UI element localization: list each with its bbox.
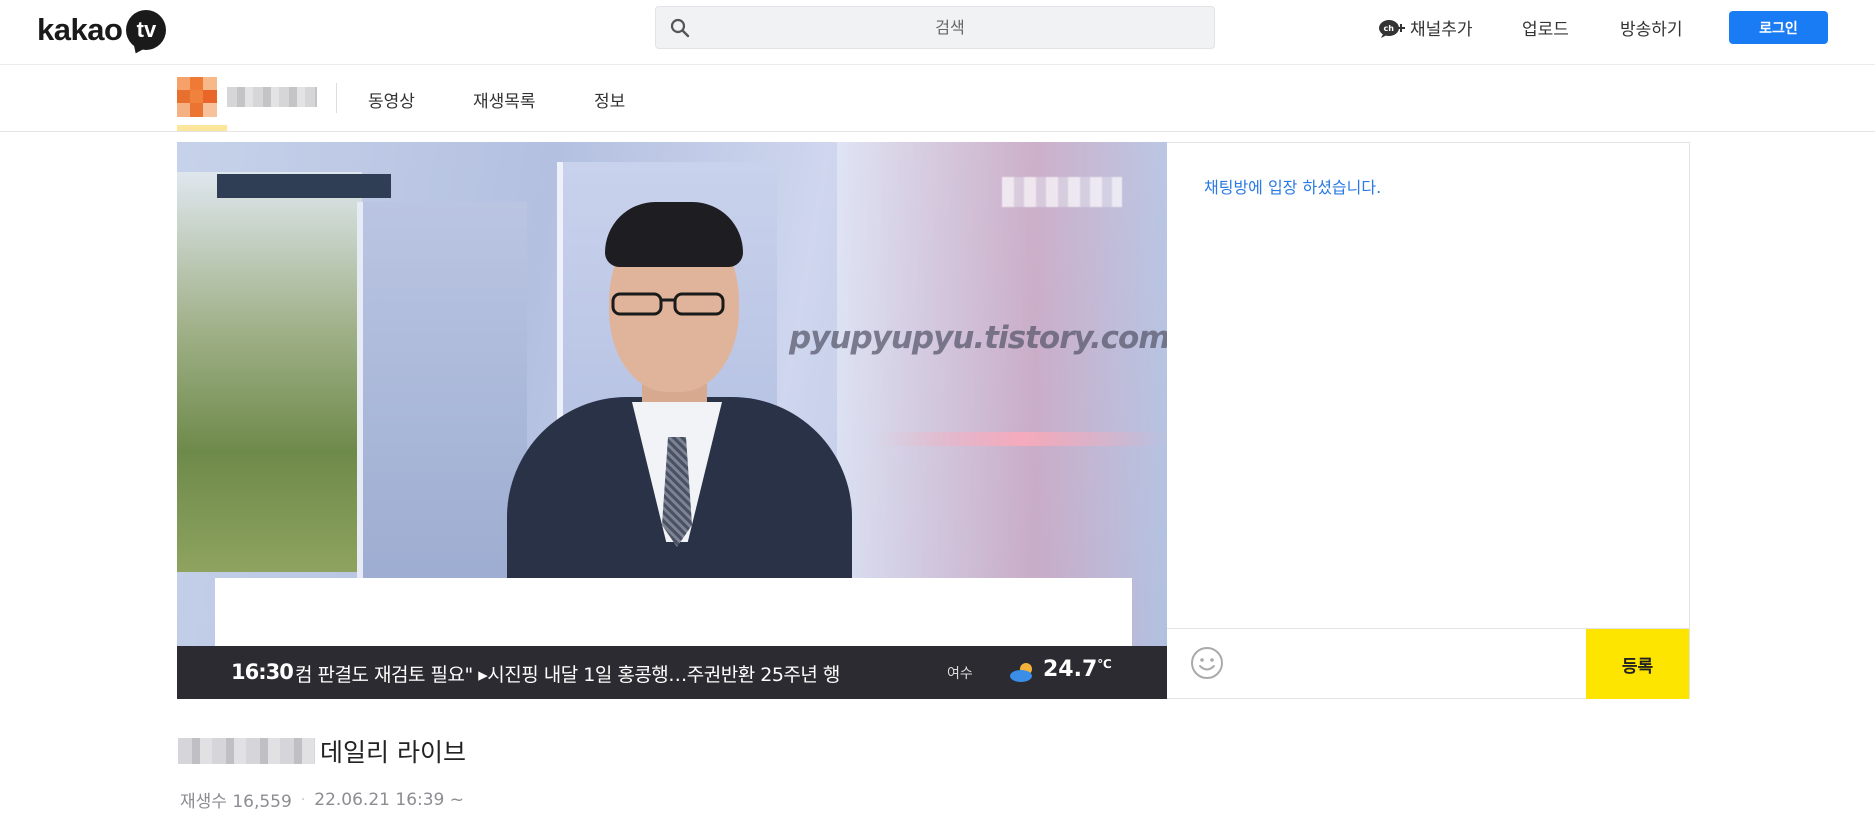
- view-count: 재생수 16,559: [180, 792, 292, 812]
- channel-add-label: 채널추가: [1410, 20, 1473, 40]
- ticker-headline: 컴 판결도 재검토 필요" ▸시진핑 내달 1일 홍콩행…주권반환 25주년 행: [295, 664, 840, 686]
- anchor-glasses: [611, 292, 725, 316]
- cloud-sun-icon: [1010, 663, 1032, 682]
- video-title: 데일리 라이브: [320, 738, 466, 767]
- corner-logo-blurred: [1002, 177, 1122, 207]
- login-button[interactable]: 로그인: [1729, 11, 1828, 44]
- channel-active-underline: [177, 125, 227, 131]
- studio-panel: [357, 202, 527, 622]
- svg-text:ch: ch: [1384, 24, 1395, 33]
- channel-bar: 동영상 재생목록 정보: [0, 65, 1875, 132]
- studio-window-view: [177, 172, 362, 572]
- tab-info[interactable]: 정보: [594, 87, 625, 112]
- news-ticker: 16:30 컴 판결도 재검토 필요" ▸시진핑 내달 1일 홍콩행…주권반환 …: [177, 646, 1167, 699]
- chat-panel: 채팅방에 입장 하셨습니다. 등록: [1167, 142, 1690, 699]
- video-player[interactable]: pyupyupyu.tistory.com 16:30 컴 판결도 재검토 필요…: [177, 142, 1167, 699]
- studio-light-strip: [877, 432, 1167, 446]
- broadcast-link[interactable]: 방송하기: [1620, 0, 1683, 55]
- anchor-hair: [605, 202, 743, 267]
- caption-box: [215, 578, 1132, 646]
- broadcast-logo-box: [217, 174, 391, 198]
- search-input[interactable]: [700, 7, 1200, 48]
- emoji-icon[interactable]: [1189, 645, 1225, 681]
- chat-submit-button[interactable]: 등록: [1586, 629, 1689, 699]
- channel-add-button[interactable]: ch 채널추가: [1378, 0, 1473, 55]
- channel-divider: [336, 83, 337, 113]
- upload-link[interactable]: 업로드: [1522, 0, 1569, 55]
- ticker-city: 여수: [947, 666, 973, 682]
- broadcast-date: 22.06.21 16:39 ~: [314, 789, 465, 810]
- ticker-time: 16:30: [231, 660, 294, 684]
- channel-add-icon: ch: [1379, 19, 1405, 38]
- meta-separator: ·: [300, 791, 306, 808]
- chat-input[interactable]: [1239, 639, 1579, 689]
- title-prefix-blurred: [178, 738, 315, 764]
- channel-avatar[interactable]: [177, 77, 217, 117]
- kakao-tv-logo[interactable]: kakao tv: [37, 8, 167, 52]
- channel-name-blurred[interactable]: [227, 87, 317, 107]
- ticker-temp-unit: ℃: [1097, 657, 1112, 671]
- tab-playlist[interactable]: 재생목록: [473, 87, 536, 112]
- ticker-temperature: 24.7℃: [1043, 657, 1112, 682]
- search-bar[interactable]: [655, 6, 1215, 49]
- watermark-text: pyupyupyu.tistory.com: [789, 320, 1167, 356]
- logo-text: kakao: [37, 12, 123, 47]
- chat-system-message: 채팅방에 입장 하셨습니다.: [1204, 178, 1382, 197]
- top-header: kakao tv ch 채널추가 업로드 방송하기 로그인: [0, 0, 1875, 65]
- search-icon[interactable]: [670, 18, 690, 38]
- chat-input-area: 등록: [1167, 628, 1689, 699]
- video-meta: 재생수 16,559 · 22.06.21 16:39 ~: [180, 787, 465, 813]
- tab-videos[interactable]: 동영상: [368, 87, 415, 112]
- logo-tv-badge: tv: [126, 10, 167, 50]
- ticker-temp-value: 24.7: [1043, 657, 1098, 682]
